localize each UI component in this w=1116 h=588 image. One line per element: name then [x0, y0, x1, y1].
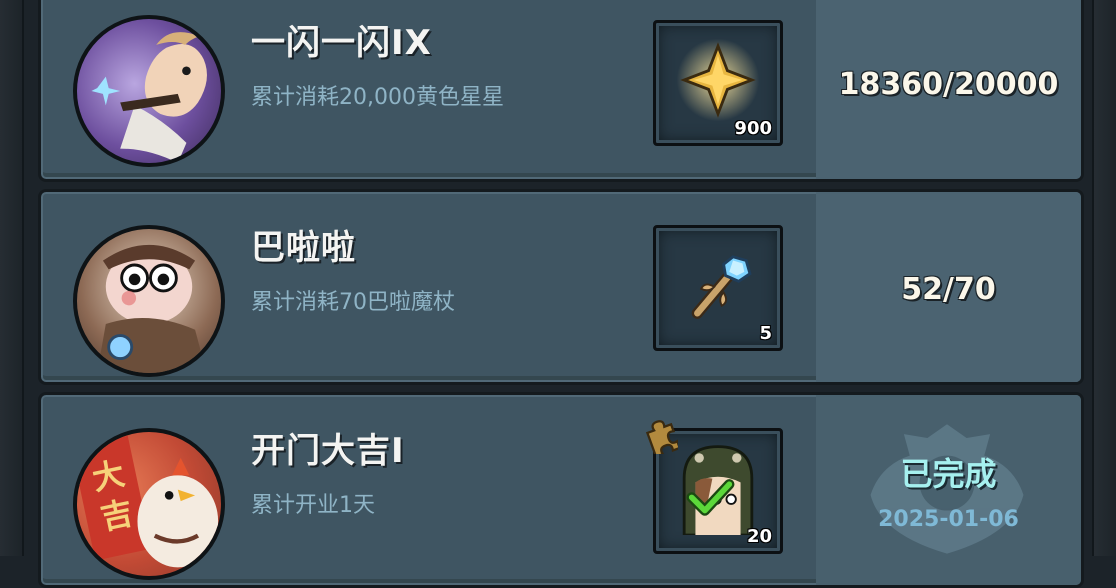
reward-count: 900: [734, 118, 772, 139]
frame-left-border: [0, 0, 24, 556]
character-avatar: [73, 225, 225, 377]
completion-date: 2025-01-06: [878, 507, 1019, 532]
achievement-title: 一闪一闪IX: [251, 23, 432, 63]
achievement-row[interactable]: 大 吉 开门大吉I 累计开业1天 20 已完成 2025-01-06: [38, 392, 1084, 588]
gold-star-icon: [676, 38, 760, 122]
achievement-title: 开门大吉I: [251, 431, 405, 471]
progress-counter: 52/70: [901, 272, 996, 307]
status-completed: 已完成: [900, 455, 997, 493]
achievement-description: 累计开业1天: [251, 493, 375, 518]
achievement-description: 累计消耗70巴啦魔杖: [251, 290, 455, 315]
character-avatar: [73, 15, 225, 167]
reward-count: 20: [746, 526, 772, 547]
puzzle-piece-icon: [645, 420, 678, 454]
achievement-row[interactable]: 巴啦啦 累计消耗70巴啦魔杖 5 52/70: [38, 189, 1084, 385]
dino-hood-avatar-icon: [682, 445, 754, 535]
achievement-description: 累计消耗20,000黄色星星: [251, 85, 504, 110]
achievement-row[interactable]: 一闪一闪IX 累计消耗20,000黄色星星 900 18360/20000: [38, 0, 1084, 182]
character-avatar: 大 吉: [73, 428, 225, 580]
frame-right-border: [1092, 0, 1116, 556]
reward-count: 5: [759, 323, 772, 344]
achievement-title: 巴啦啦: [251, 228, 356, 268]
reward-slot[interactable]: 5: [653, 225, 783, 351]
reward-slot[interactable]: 900: [653, 20, 783, 146]
progress-counter: 18360/20000: [838, 67, 1059, 102]
magic-wand-icon: [691, 255, 752, 319]
